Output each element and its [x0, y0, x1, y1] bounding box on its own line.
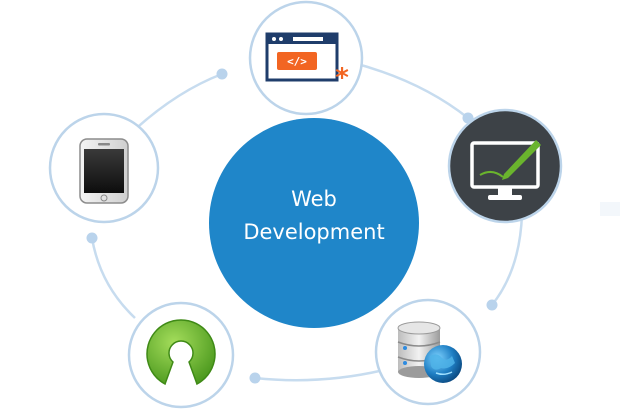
node-design — [447, 108, 563, 224]
center-node: Web Development — [209, 118, 419, 328]
web-development-diagram: Web Development </> * — [48, 0, 620, 409]
connector-dot — [216, 68, 228, 80]
node-circle — [447, 108, 563, 224]
node-open-source — [127, 301, 235, 409]
center-title-line1: Web — [291, 187, 337, 211]
smartphone-icon — [79, 138, 129, 204]
node-code-editor: </> * — [248, 0, 364, 116]
connector-arc-database-to-opensource — [254, 368, 385, 382]
svg-text:*: * — [335, 63, 349, 93]
connector-arc-mobile-to-code — [129, 72, 223, 135]
connector-arc-code-to-design — [349, 60, 469, 119]
node-mobile — [48, 112, 160, 224]
connector-arc-design-to-database — [491, 213, 524, 306]
connector-dot — [86, 232, 98, 244]
center-title-line2: Development — [243, 220, 384, 244]
node-database — [374, 298, 482, 406]
svg-text:</>: </> — [287, 55, 307, 68]
edge-artifact — [600, 202, 620, 216]
connector-dot — [249, 372, 261, 384]
node-circle — [127, 301, 235, 409]
connector-arc-opensource-to-mobile — [90, 237, 136, 319]
connector-dot — [486, 299, 498, 311]
